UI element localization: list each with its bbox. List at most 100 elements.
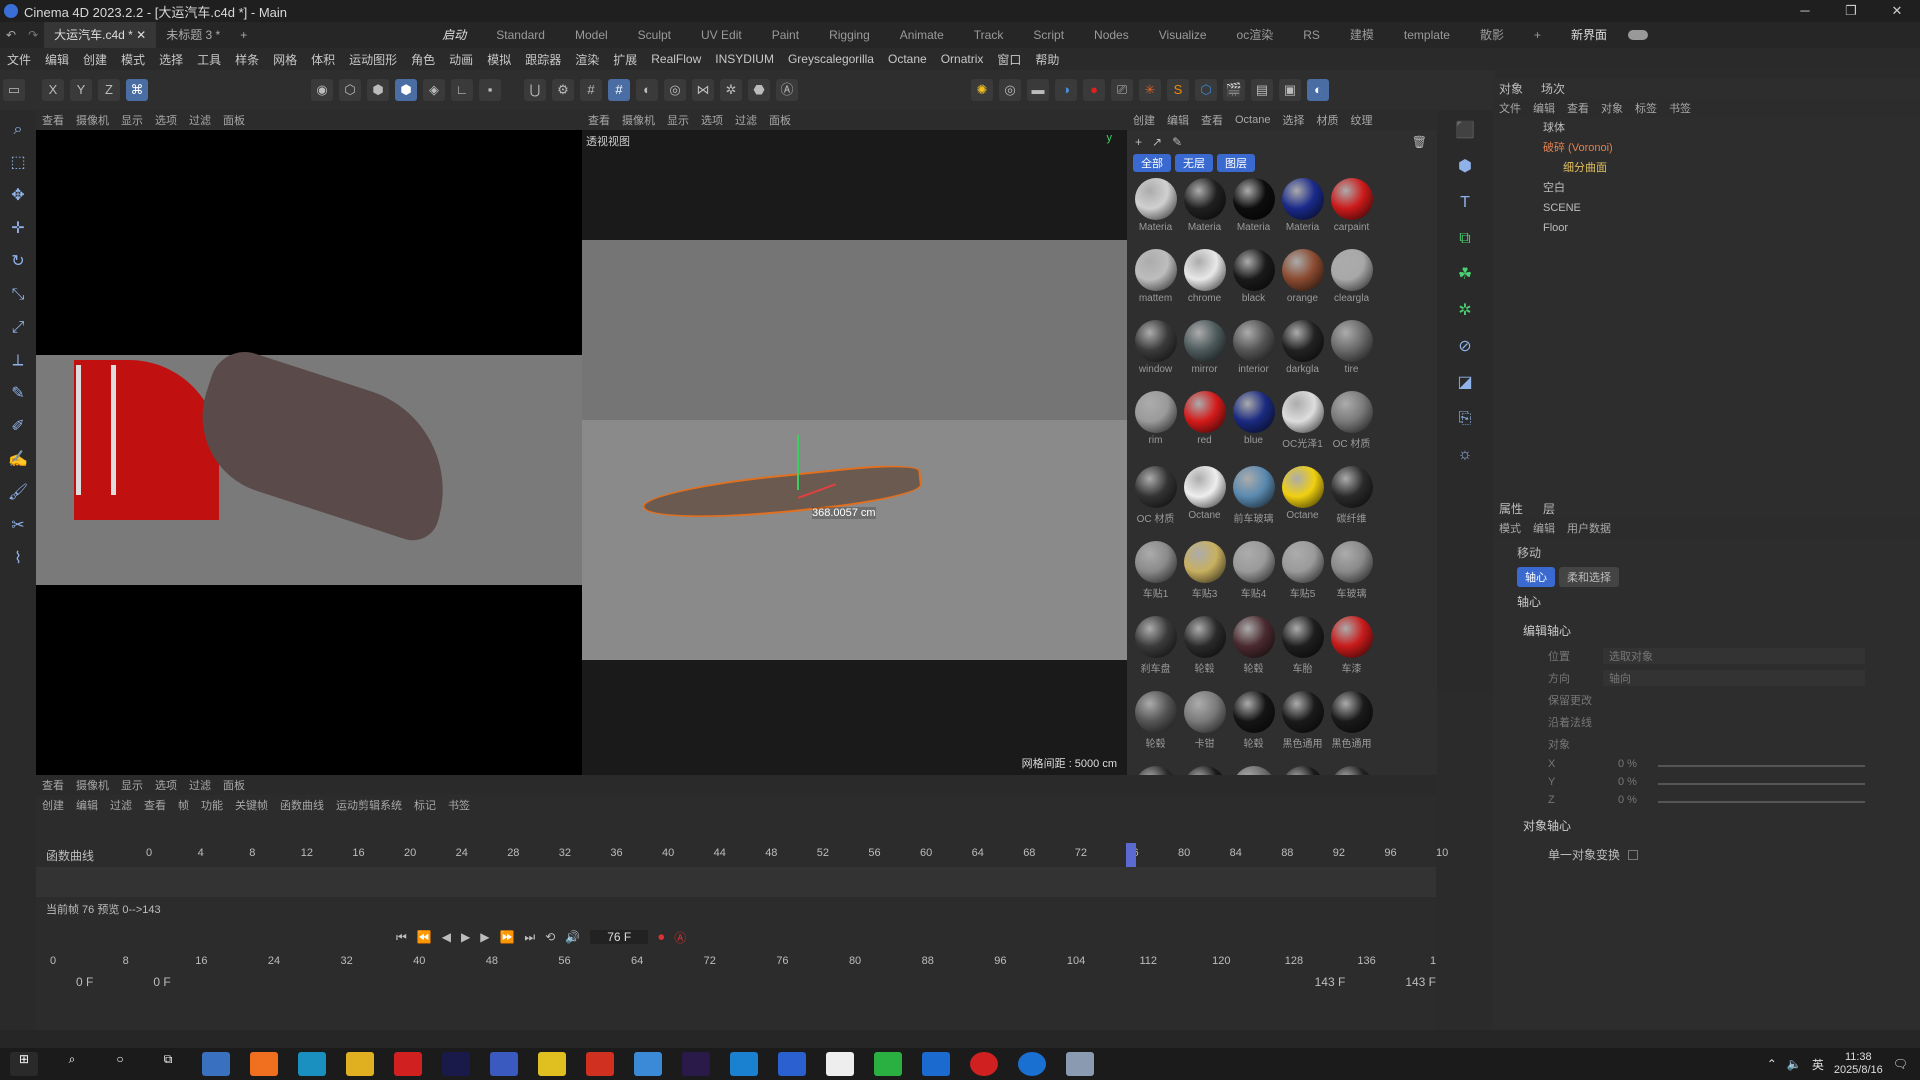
text-icon[interactable]: T <box>1450 188 1480 218</box>
calculator-app-icon[interactable] <box>202 1052 230 1076</box>
viewport-menu-item[interactable]: 摄像机 <box>616 112 661 128</box>
notes-app-icon[interactable] <box>538 1052 566 1076</box>
cinema4d-app-icon[interactable] <box>490 1052 518 1076</box>
go-start-icon[interactable]: ⏮ <box>396 930 407 945</box>
camera-icon[interactable]: ⎘ <box>1450 404 1480 434</box>
menu-item[interactable]: INSYDIUM <box>708 52 781 66</box>
layout-tab[interactable]: Paint <box>757 22 814 48</box>
model-mode-icon[interactable]: ⬢ <box>395 79 417 101</box>
material-swatch[interactable]: chrome <box>1180 249 1229 304</box>
record-render-icon[interactable]: ● <box>1083 79 1105 101</box>
menu-item[interactable]: 模拟 <box>480 51 518 68</box>
attribute-tab[interactable]: 层 <box>1543 500 1555 517</box>
material-swatch[interactable]: OC 材质 <box>1131 466 1180 525</box>
burst-icon[interactable]: ✳ <box>1139 79 1161 101</box>
redo-icon[interactable]: ↷ <box>22 28 44 42</box>
material-swatch[interactable]: darkgla <box>1278 320 1327 375</box>
timeline-menu-item[interactable]: 编辑 <box>70 797 104 813</box>
youdao-app-icon[interactable] <box>394 1052 422 1076</box>
move-icon[interactable]: ✛ <box>5 216 31 242</box>
render-settings-icon[interactable]: ⬣ <box>748 79 770 101</box>
object-menu-item[interactable]: 标签 <box>1629 100 1663 116</box>
after-effects-app-icon[interactable] <box>442 1052 470 1076</box>
trash-icon[interactable]: 🗑 <box>1412 135 1427 149</box>
object-row[interactable]: 破碎 (Voronoi) <box>1543 138 1920 158</box>
object-row[interactable]: 空白 <box>1543 178 1920 198</box>
plugin-icon[interactable]: ⬡ <box>1195 79 1217 101</box>
layout-tab[interactable]: Nodes <box>1079 22 1144 48</box>
material-swatch[interactable]: 轮毂 <box>1180 616 1229 675</box>
live-select-icon[interactable]: ✥ <box>5 183 31 209</box>
viewport-menu-item[interactable]: 摄像机 <box>70 777 115 793</box>
wps-app-icon[interactable] <box>586 1052 614 1076</box>
next-key-icon[interactable]: ⏩ <box>499 930 514 944</box>
world-coordinate-icon[interactable]: ⌘ <box>126 79 148 101</box>
object-menu-item[interactable]: 对象 <box>1595 100 1629 116</box>
render-region2-icon[interactable]: ▬ <box>1027 79 1049 101</box>
spline-pen-icon[interactable]: ✎ <box>5 381 31 407</box>
viewport-menu-item[interactable]: 查看 <box>36 777 70 793</box>
extrude-icon[interactable]: ⌇ <box>5 546 31 572</box>
cube-icon[interactable]: ⬛ <box>1450 116 1480 146</box>
material-swatch[interactable]: red <box>1180 391 1229 450</box>
transform-icon[interactable]: ⤢ <box>5 315 31 341</box>
menu-item[interactable]: 运动图形 <box>342 51 404 68</box>
preview-end-field[interactable]: 143 F <box>1315 975 1346 989</box>
add-layout-icon[interactable]: + <box>1519 22 1556 48</box>
menu-item[interactable]: 角色 <box>404 51 442 68</box>
single-transform-checkbox[interactable] <box>1628 849 1639 860</box>
material-menu-item[interactable]: Octane <box>1229 114 1276 126</box>
maximize-button[interactable]: ❐ <box>1828 3 1874 19</box>
settings-gear-icon[interactable]: ✲ <box>720 79 742 101</box>
mograph-icon[interactable]: ☘ <box>1450 260 1480 290</box>
viewport-menu-item[interactable]: 选项 <box>149 112 183 128</box>
material-swatch[interactable]: cleargla <box>1327 249 1376 304</box>
material-menu-item[interactable]: 查看 <box>1195 112 1229 128</box>
minimize-button[interactable]: ─ <box>1782 3 1828 19</box>
search-app-icon[interactable] <box>250 1052 278 1076</box>
layout-tab[interactable]: RS <box>1288 22 1335 48</box>
layout-tab[interactable]: 建模 <box>1335 22 1389 48</box>
menu-item[interactable]: 渲染 <box>568 51 606 68</box>
group-edit-pivot[interactable]: 编辑轴心 <box>1493 616 1920 645</box>
material-swatch[interactable]: 卡钳 <box>1180 691 1229 750</box>
end-frame-field[interactable]: 143 F <box>1405 975 1436 989</box>
loop-icon[interactable]: ⟲ <box>545 930 555 944</box>
close-button[interactable]: ✕ <box>1874 3 1920 19</box>
attribute-value[interactable]: 轴向 <box>1603 670 1865 686</box>
undo-icon[interactable]: ↶ <box>0 28 22 42</box>
wechat-app-icon[interactable] <box>874 1052 902 1076</box>
tab-document-1[interactable]: 大运汽车.c4d * ✕ <box>44 22 157 48</box>
material-swatch[interactable]: Octane <box>1278 466 1327 525</box>
object-mode-icon[interactable]: ◈ <box>423 79 445 101</box>
attribute-checkbox[interactable]: 沿着法线 <box>1493 711 1920 733</box>
viewport-menu-item[interactable]: 显示 <box>661 112 695 128</box>
object-manager-tab[interactable]: 对象 <box>1499 80 1523 97</box>
paint-icon[interactable]: ✍ <box>5 447 31 473</box>
material-swatch[interactable]: 车贴3 <box>1180 541 1229 600</box>
object-row[interactable]: 细分曲面 <box>1543 158 1920 178</box>
timeline-menu-item[interactable]: 运动剪辑系统 <box>330 797 408 813</box>
photos-app-icon[interactable] <box>826 1052 854 1076</box>
material-swatch[interactable]: 轮毂 <box>1131 691 1180 750</box>
timeline-menu-item[interactable]: 标记 <box>408 797 442 813</box>
cortana-icon[interactable]: ○ <box>106 1052 134 1076</box>
attribute-value[interactable]: 选取对象 <box>1603 648 1865 664</box>
xyz-slider[interactable] <box>1658 765 1865 767</box>
layout-tab[interactable]: 启动 <box>427 22 481 48</box>
timeline-menu-item[interactable]: 创建 <box>36 797 70 813</box>
material-swatch[interactable]: 前车玻璃 <box>1229 466 1278 525</box>
timeline-menu-item[interactable]: 功能 <box>195 797 229 813</box>
viewport-menu-item[interactable]: 查看 <box>582 112 616 128</box>
material-swatch[interactable]: window <box>1131 320 1180 375</box>
material-filter-tab[interactable]: 全部 <box>1133 154 1171 172</box>
browser-app-icon[interactable] <box>634 1052 662 1076</box>
gizmo-y-axis[interactable] <box>797 435 799 490</box>
next-frame-icon[interactable]: ▶ <box>480 930 489 944</box>
timeline-menu-item[interactable]: 过滤 <box>104 797 138 813</box>
timeline-menu-item[interactable]: 书签 <box>442 797 476 813</box>
attribute-menu-item[interactable]: 模式 <box>1493 520 1527 536</box>
material-menu-item[interactable]: 编辑 <box>1161 112 1195 128</box>
viewport-menu-item[interactable]: 过滤 <box>729 112 763 128</box>
add-tab-icon[interactable]: + <box>230 22 257 48</box>
